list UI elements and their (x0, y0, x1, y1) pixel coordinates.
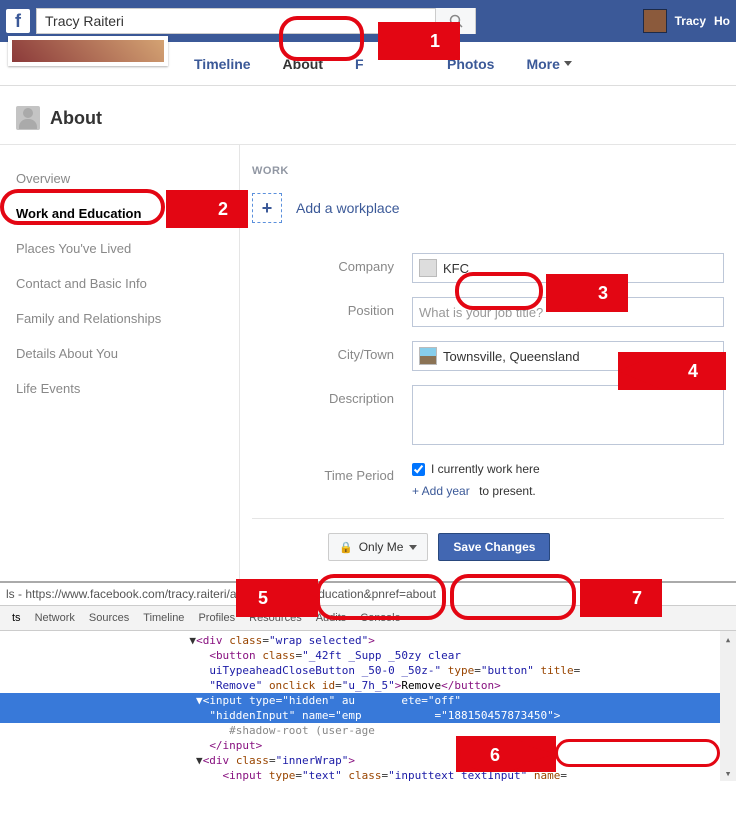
scroll-down-icon[interactable]: ▾ (720, 765, 736, 781)
devtools-body[interactable]: ▼<div class="wrap selected"> <button cla… (0, 631, 736, 781)
devtools-tab-timeline[interactable]: Timeline (137, 610, 190, 626)
section-label-work: WORK (252, 165, 724, 177)
currently-work-checkbox[interactable] (412, 463, 425, 476)
code-line[interactable]: ▼<div class="wrap selected"> (0, 633, 736, 648)
search-box (36, 8, 476, 34)
currently-work-row: I currently work here (412, 462, 724, 476)
code-line[interactable]: "Remove" onclick id="u_7h_5">Remove</but… (0, 678, 736, 693)
search-button[interactable] (435, 8, 475, 34)
privacy-selector[interactable]: Only Me (328, 533, 428, 561)
position-input[interactable] (419, 305, 717, 320)
save-changes-button[interactable]: Save Changes (438, 533, 550, 561)
plus-icon[interactable]: + (252, 193, 282, 223)
profile-tabs: Timeline About F Photos More (0, 42, 736, 86)
search-input[interactable] (37, 13, 435, 29)
devtools-tabs: ts Network Sources Timeline Profiles Res… (0, 606, 736, 631)
user-name[interactable]: Tracy (675, 14, 706, 28)
tab-timeline[interactable]: Timeline (178, 42, 267, 85)
chevron-down-icon (564, 61, 572, 66)
sidebar-item-places[interactable]: Places You've Lived (0, 231, 239, 266)
company-value: KFC (443, 261, 469, 276)
devtools-scrollbar[interactable]: ▴ ▾ (720, 631, 736, 781)
code-line[interactable]: ▼<div class="innerWrap"> (0, 753, 736, 768)
label-description: Description (252, 385, 412, 406)
description-textarea[interactable] (412, 385, 724, 445)
add-workplace-row: + Add a workplace (252, 193, 724, 223)
company-thumb-icon (419, 259, 437, 277)
row-timeperiod: Time Period I currently work here + Add … (252, 462, 724, 498)
content-row: Overview Work and Education Places You'v… (0, 145, 736, 581)
devtools-tab-sources[interactable]: Sources (83, 610, 135, 626)
tab-friends[interactable]: F (339, 42, 371, 85)
position-input-wrap (412, 297, 724, 327)
city-thumb-icon (419, 347, 437, 365)
code-line[interactable]: #shadow-root (user-age (0, 723, 736, 738)
profile-picture[interactable] (8, 36, 168, 66)
devtools-tab-network[interactable]: Network (29, 610, 81, 626)
about-header: About (0, 86, 736, 145)
sidebar-item-contact[interactable]: Contact and Basic Info (0, 266, 239, 301)
facebook-logo[interactable]: f (6, 9, 30, 33)
label-timeperiod: Time Period (252, 462, 412, 483)
sidebar-item-work-education[interactable]: Work and Education (0, 196, 239, 231)
lock-icon (339, 540, 353, 554)
row-company: Company KFC (252, 253, 724, 283)
devtools-tab-profiles[interactable]: Profiles (192, 610, 241, 626)
row-position: Position (252, 297, 724, 327)
add-workplace-link[interactable]: Add a workplace (296, 200, 400, 216)
code-line[interactable]: </input> (0, 738, 736, 753)
company-input[interactable]: KFC (412, 253, 724, 283)
page-title: About (50, 108, 102, 129)
devtools-url: ls - https://www.facebook.com/tracy.rait… (0, 583, 736, 606)
code-line[interactable]: uiTypeaheadCloseButton _50-0 _50z-" type… (0, 663, 736, 678)
chevron-down-icon (409, 545, 417, 550)
privacy-label: Only Me (359, 540, 404, 554)
main-panel: WORK + Add a workplace Company KFC Posit… (240, 145, 736, 581)
sidebar-item-details[interactable]: Details About You (0, 336, 239, 371)
row-description: Description (252, 385, 724, 448)
devtools-panel: ls - https://www.facebook.com/tracy.rait… (0, 581, 736, 781)
about-sidebar: Overview Work and Education Places You'v… (0, 145, 240, 581)
top-right-nav: Tracy Ho (643, 9, 730, 33)
currently-work-label: I currently work here (431, 462, 540, 476)
devtools-tab-console[interactable]: Console (354, 610, 406, 626)
label-company: Company (252, 253, 412, 274)
city-value: Townsville, Queensland (443, 349, 580, 364)
person-icon (16, 106, 40, 130)
to-present-text: to present. (479, 484, 536, 498)
add-year-link[interactable]: + Add year (412, 484, 470, 498)
button-row: Only Me Save Changes (252, 533, 724, 561)
avatar[interactable] (643, 9, 667, 33)
devtools-tab-elements[interactable]: ts (6, 610, 27, 626)
scroll-up-icon[interactable]: ▴ (720, 631, 736, 647)
sidebar-item-overview[interactable]: Overview (0, 161, 239, 196)
row-city: City/Town Townsville, Queensland (252, 341, 724, 371)
tab-photos[interactable]: Photos (431, 42, 510, 85)
city-input[interactable]: Townsville, Queensland (412, 341, 724, 371)
code-line[interactable]: <input type="text" class="inputtext text… (0, 768, 736, 781)
devtools-tab-audits[interactable]: Audits (310, 610, 353, 626)
devtools-tab-resources[interactable]: Resources (243, 610, 308, 626)
divider (252, 518, 724, 519)
label-city: City/Town (252, 341, 412, 362)
code-line-selected[interactable]: ▼<input type="hidden" au ete="off" (0, 693, 736, 708)
sidebar-item-family[interactable]: Family and Relationships (0, 301, 239, 336)
profile-picture-area (8, 42, 178, 86)
sidebar-item-life-events[interactable]: Life Events (0, 371, 239, 406)
tab-about[interactable]: About (267, 42, 339, 85)
code-line[interactable]: <button class="_42ft _Supp _50zy clear (0, 648, 736, 663)
search-icon (449, 14, 463, 28)
nav-home-partial[interactable]: Ho (714, 14, 730, 28)
label-position: Position (252, 297, 412, 318)
tab-more[interactable]: More (510, 42, 587, 85)
code-line-selected[interactable]: "hiddenInput" name="emp ="18815045787345… (0, 708, 736, 723)
